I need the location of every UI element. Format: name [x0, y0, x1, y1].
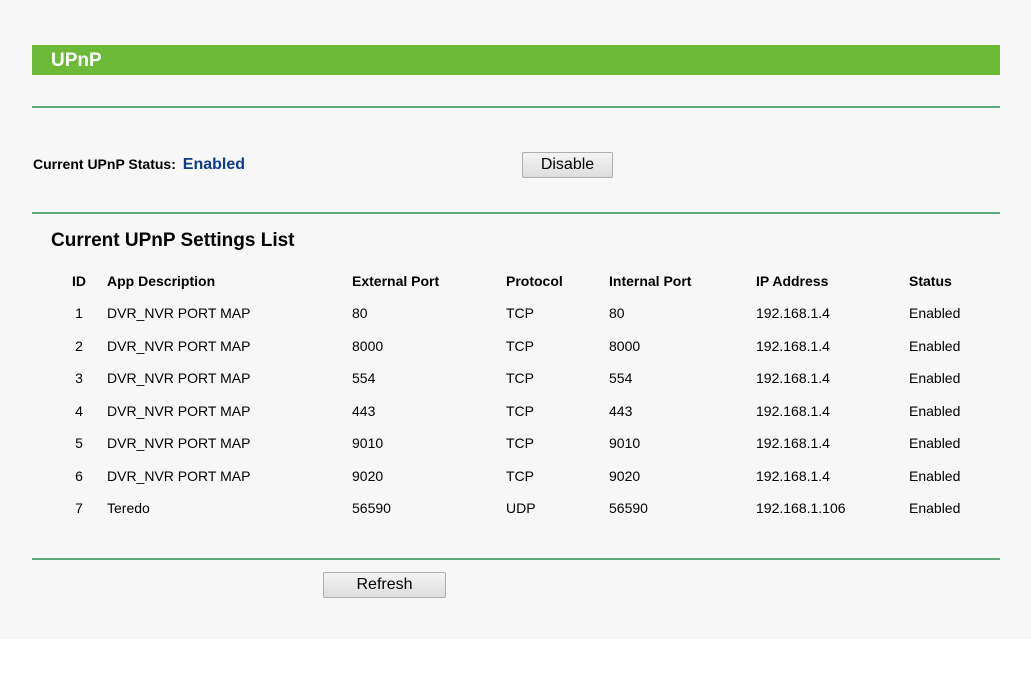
cell-ip-address: 192.168.1.4	[756, 305, 830, 322]
column-header-app-description: App Description	[107, 272, 216, 289]
settings-list-title: Current UPnP Settings List	[51, 230, 295, 251]
cell-ip-address: 192.168.1.4	[756, 402, 830, 419]
cell-status: Enabled	[909, 305, 961, 322]
column-header-status: Status	[909, 272, 952, 289]
cell-id: 1	[75, 305, 83, 322]
cell-id: 2	[75, 337, 83, 354]
cell-ip-address: 192.168.1.4	[756, 370, 830, 387]
cell-external-port: 554	[352, 370, 376, 387]
upnp-status-row: Current UPnP Status: Enabled	[33, 156, 245, 174]
table-header-row: ID App Description External Port Protoco…	[51, 264, 999, 297]
cell-ip-address: 192.168.1.4	[756, 435, 830, 452]
cell-internal-port: 80	[609, 305, 625, 322]
table-row: 6 DVR_NVR PORT MAP 9020 TCP 9020 192.168…	[51, 460, 999, 493]
cell-internal-port: 56590	[609, 500, 648, 517]
cell-external-port: 9010	[352, 435, 384, 452]
table-row: 5 DVR_NVR PORT MAP 9010 TCP 9010 192.168…	[51, 427, 999, 460]
divider	[32, 212, 1000, 214]
cell-app-description: DVR_NVR PORT MAP	[107, 337, 251, 354]
cell-app-description: DVR_NVR PORT MAP	[107, 305, 251, 322]
refresh-button[interactable]: Refresh	[323, 572, 446, 598]
status-label: Current UPnP Status:	[33, 156, 176, 172]
column-header-external-port: External Port	[352, 272, 440, 289]
table-row: 4 DVR_NVR PORT MAP 443 TCP 443 192.168.1…	[51, 395, 999, 428]
table-row: 1 DVR_NVR PORT MAP 80 TCP 80 192.168.1.4…	[51, 297, 999, 330]
upnp-panel: UPnP Current UPnP Status: Enabled Disabl…	[0, 0, 1031, 639]
cell-internal-port: 9010	[609, 435, 641, 452]
cell-protocol: TCP	[506, 402, 534, 419]
cell-protocol: UDP	[506, 500, 536, 517]
cell-status: Enabled	[909, 402, 961, 419]
cell-app-description: DVR_NVR PORT MAP	[107, 370, 251, 387]
table-row: 3 DVR_NVR PORT MAP 554 TCP 554 192.168.1…	[51, 362, 999, 395]
column-header-internal-port: Internal Port	[609, 272, 692, 289]
cell-id: 5	[75, 435, 83, 452]
cell-external-port: 443	[352, 402, 376, 419]
cell-status: Enabled	[909, 467, 961, 484]
cell-app-description: Teredo	[107, 500, 150, 517]
page-title: UPnP	[51, 50, 102, 71]
cell-ip-address: 192.168.1.4	[756, 467, 830, 484]
title-bar: UPnP	[32, 45, 1000, 75]
cell-internal-port: 9020	[609, 467, 641, 484]
cell-internal-port: 554	[609, 370, 633, 387]
cell-status: Enabled	[909, 435, 961, 452]
cell-protocol: TCP	[506, 305, 534, 322]
cell-protocol: TCP	[506, 370, 534, 387]
cell-id: 7	[75, 500, 83, 517]
table-row: 2 DVR_NVR PORT MAP 8000 TCP 8000 192.168…	[51, 330, 999, 363]
cell-protocol: TCP	[506, 337, 534, 354]
table-row: 7 Teredo 56590 UDP 56590 192.168.1.106 E…	[51, 492, 999, 525]
cell-app-description: DVR_NVR PORT MAP	[107, 435, 251, 452]
cell-protocol: TCP	[506, 435, 534, 452]
cell-ip-address: 192.168.1.106	[756, 500, 846, 517]
cell-app-description: DVR_NVR PORT MAP	[107, 402, 251, 419]
upnp-settings-table: ID App Description External Port Protoco…	[51, 264, 999, 525]
cell-status: Enabled	[909, 500, 961, 517]
cell-status: Enabled	[909, 370, 961, 387]
cell-status: Enabled	[909, 337, 961, 354]
cell-external-port: 9020	[352, 467, 384, 484]
status-value: Enabled	[182, 156, 245, 173]
cell-external-port: 80	[352, 305, 368, 322]
column-header-id: ID	[72, 272, 86, 289]
cell-app-description: DVR_NVR PORT MAP	[107, 467, 251, 484]
cell-id: 3	[75, 370, 83, 387]
column-header-ip-address: IP Address	[756, 272, 829, 289]
cell-ip-address: 192.168.1.4	[756, 337, 830, 354]
divider	[32, 558, 1000, 560]
divider	[32, 106, 1000, 108]
cell-protocol: TCP	[506, 467, 534, 484]
disable-button[interactable]: Disable	[522, 152, 613, 178]
cell-internal-port: 443	[609, 402, 633, 419]
cell-external-port: 56590	[352, 500, 391, 517]
cell-internal-port: 8000	[609, 337, 641, 354]
cell-external-port: 8000	[352, 337, 384, 354]
cell-id: 4	[75, 402, 83, 419]
column-header-protocol: Protocol	[506, 272, 563, 289]
cell-id: 6	[75, 467, 83, 484]
